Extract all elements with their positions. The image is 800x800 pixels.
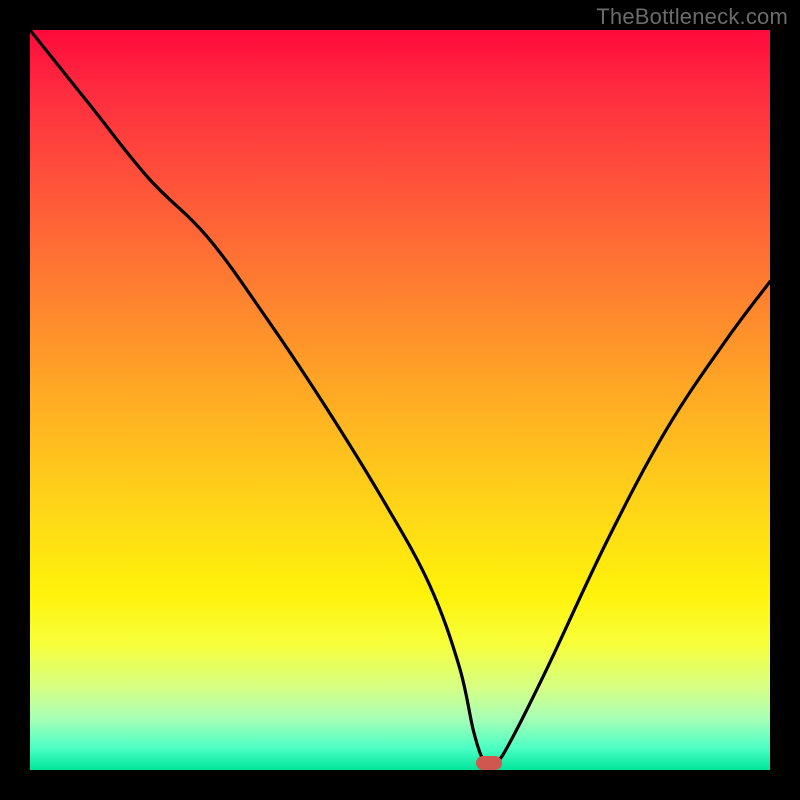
bottleneck-curve xyxy=(30,30,770,770)
curve-path xyxy=(30,30,770,766)
plot-area xyxy=(30,30,770,770)
optimal-marker xyxy=(476,756,502,770)
watermark-text: TheBottleneck.com xyxy=(596,4,788,30)
chart-frame: TheBottleneck.com xyxy=(0,0,800,800)
